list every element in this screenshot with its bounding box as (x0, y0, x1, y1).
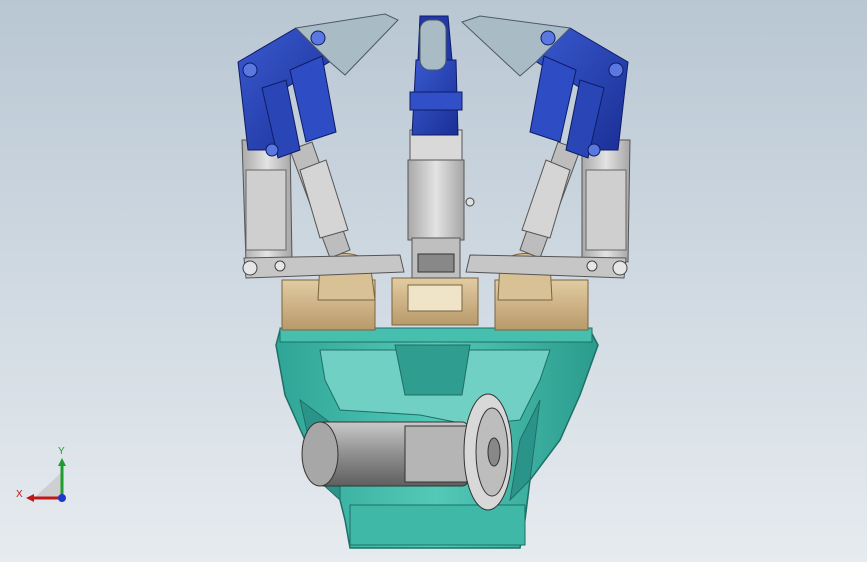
gripper-3d-model[interactable] (0, 0, 867, 562)
center-housing (407, 129, 475, 279)
right-gray-frame (465, 139, 631, 279)
y-axis-label: Y (58, 446, 65, 457)
z-axis-dot (58, 494, 66, 502)
center-blue-finger (409, 15, 463, 136)
right-blue-finger (461, 15, 629, 159)
left-gray-frame (241, 139, 405, 279)
cad-viewport[interactable]: Y X (0, 0, 867, 562)
left-blue-finger (237, 13, 399, 159)
x-axis-label: X (16, 489, 23, 500)
axis-triad: Y X (16, 446, 66, 502)
